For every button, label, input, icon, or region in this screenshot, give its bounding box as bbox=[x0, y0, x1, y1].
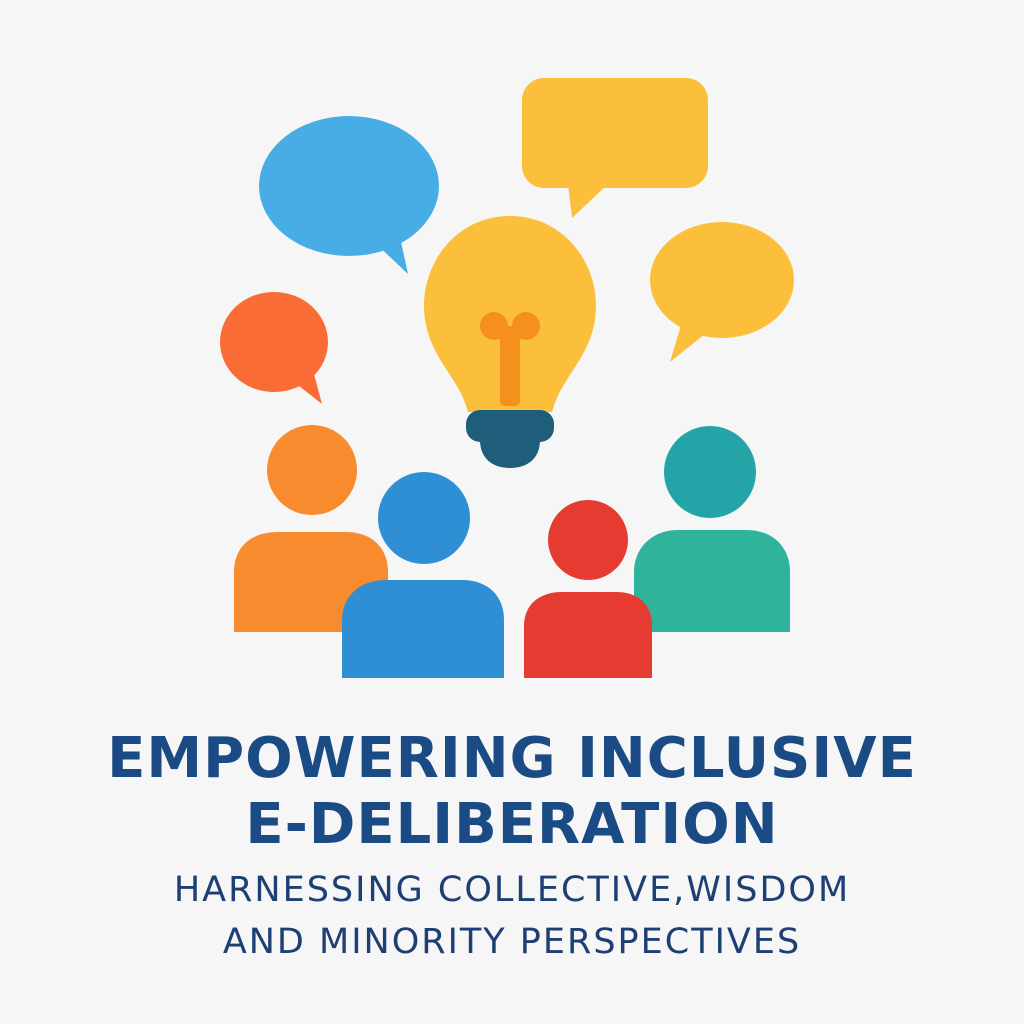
illustration bbox=[220, 78, 794, 678]
poster: EMPOWERING INCLUSIVE E-DELIBERATION HARN… bbox=[0, 0, 1024, 1024]
title-line-2: E-DELIBERATION bbox=[245, 792, 779, 857]
speech-bubble-yellow-oval-icon bbox=[650, 222, 794, 362]
title-block: EMPOWERING INCLUSIVE E-DELIBERATION HARN… bbox=[0, 726, 1024, 968]
title-line-1: EMPOWERING INCLUSIVE bbox=[107, 726, 917, 791]
speech-bubble-orange-icon bbox=[220, 292, 328, 404]
speech-bubble-yellow-rect-icon bbox=[522, 78, 708, 218]
subtitle-block: HARNESSING COLLECTIVE,WISDOM AND MINORIT… bbox=[0, 864, 1024, 968]
person-red-icon bbox=[524, 500, 652, 678]
subtitle-line-2: AND MINORITY PERSPECTIVES bbox=[222, 922, 802, 962]
speech-bubble-blue-icon bbox=[259, 116, 439, 274]
lightbulb-icon bbox=[424, 216, 596, 468]
subtitle-line-1: HARNESSING COLLECTIVE,WISDOM bbox=[173, 870, 851, 910]
person-teal-icon bbox=[634, 426, 790, 632]
